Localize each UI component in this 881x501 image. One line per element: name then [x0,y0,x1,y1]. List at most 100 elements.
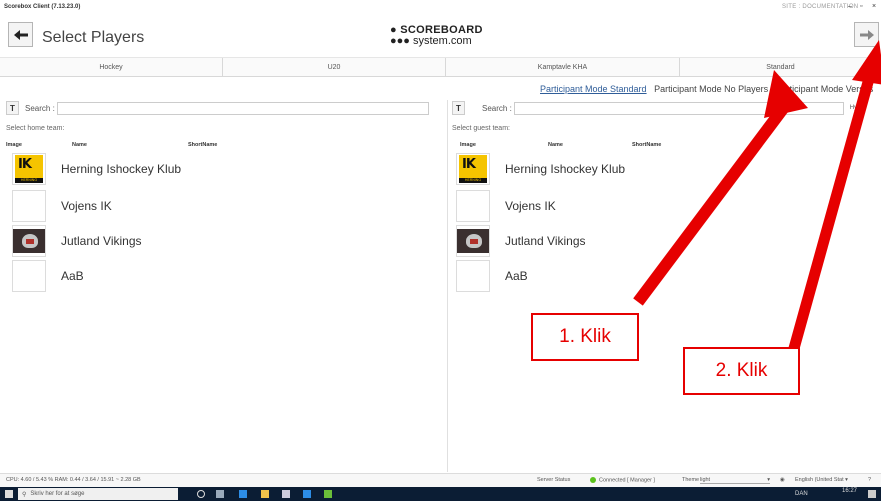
theme-label: Theme [682,477,700,483]
list-item[interactable]: Vojens IK [456,190,556,222]
annotation-2-text: 2. Klik [715,360,768,381]
home-col-shortname: ShortName [188,142,218,148]
help-icon[interactable]: ? [868,477,871,483]
page-header: Select Players ● SCOREBOARD ●●● system.c… [0,16,881,58]
list-item[interactable]: Jutland Vikings [12,225,142,257]
search-icon: ⚲ [22,491,27,498]
os-taskbar: ⚲ Skriv her for at søge DAN 16:27 [0,487,881,501]
match-info-bar: Hockey U20 Kamptavle KHA Standard [0,58,881,77]
theme-select[interactable]: light ▾ [700,477,770,484]
maximize-icon[interactable]: ▫ [860,3,862,10]
team-name: Herning Ishockey Klub [61,162,182,176]
info-league: U20 [223,58,446,77]
taskbar-search[interactable]: ⚲ Skriv her for at søge [18,488,178,500]
globe-icon: ◉ [780,477,785,483]
mail-icon[interactable] [303,490,311,498]
list-item[interactable]: Jutland Vikings [456,225,586,257]
vikings-logo-icon [457,229,489,253]
close-icon[interactable]: × [872,3,876,10]
list-item[interactable]: AaB [12,260,84,292]
home-col-name: Name [72,142,87,148]
info-layout: Standard [766,64,795,71]
language-select[interactable]: English (United Stat ▾ [795,477,848,483]
info-sport: Hockey [0,58,223,77]
start-icon[interactable] [5,490,13,498]
participant-mode-tabs: Participant Mode Standard Participant Mo… [540,84,878,94]
theme-value: light [700,477,711,483]
logo-line2: ●●● system.com [390,35,472,47]
guest-team-panel: T Search : Hy filt Select guest team: Im… [452,100,881,472]
guest-filter-label[interactable]: Hy filt [850,105,865,111]
arrow-left-icon [13,29,28,40]
vikings-logo-icon [13,229,45,253]
taskbar-search-placeholder: Skriv her for at søge [30,491,85,497]
list-item[interactable]: Vojens IK [12,190,112,222]
minimize-icon[interactable]: – [848,3,852,10]
info-scoreboard: Kamptavle KHA [446,58,680,77]
team-logo [12,225,46,257]
store-icon[interactable] [282,490,290,498]
next-button[interactable] [854,22,879,47]
list-item[interactable]: IK HERNING Herning Ishockey Klub [12,153,181,185]
guest-search-input[interactable] [513,101,844,115]
team-name: AaB [505,269,528,283]
edge-icon[interactable] [239,490,247,498]
herning-logo-icon: IK HERNING [459,155,487,183]
file-explorer-icon[interactable] [261,490,269,498]
list-item[interactable]: IK HERNING Herning Ishockey Klub [456,153,625,185]
herning-logo-icon: IK HERNING [15,155,43,183]
cortana-icon[interactable] [197,490,205,498]
language-value: English (United Stat [795,477,844,483]
home-search-input[interactable] [56,101,429,115]
tray-language[interactable]: DAN [795,491,808,497]
annotation-click-2: 2. Klik [683,347,800,395]
team-logo-empty [456,190,490,222]
guest-col-image: Image [460,142,476,148]
team-logo: IK HERNING [456,153,490,185]
team-name: Jutland Vikings [505,234,586,248]
list-item[interactable]: AaB [456,260,528,292]
system-metrics: CPU: 4.60 / 5.43 % RAM: 0.44 / 3.64 / 15… [6,477,141,483]
home-text-filter-button[interactable]: T [6,101,19,115]
arrow-right-icon [859,29,874,40]
team-name: Herning Ishockey Klub [505,162,626,176]
task-view-icon[interactable] [216,490,224,498]
scoreboard-logo: ● SCOREBOARD ●●● system.com [390,24,500,50]
connection-text: Connected [ Manager ] [599,477,655,484]
guest-search-label: Search : [482,103,512,113]
window-title: Scorebox Client (7.13.23.0) [4,4,81,10]
home-col-image: Image [6,142,22,148]
team-logo: IK HERNING [12,153,46,185]
annotation-click-1: 1. Klik [531,313,639,361]
home-search-label: Search : [25,103,55,113]
status-bar: CPU: 4.60 / 5.43 % RAM: 0.44 / 3.64 / 15… [0,473,881,487]
site-label: SITE : DOCUMENTATION [782,4,859,10]
guest-text-filter-button[interactable]: T [452,101,465,115]
app-icon[interactable] [324,490,332,498]
tab-mode-standard[interactable]: Participant Mode Standard [540,84,647,94]
back-button[interactable] [8,22,33,47]
team-logo-empty [12,190,46,222]
team-name: AaB [61,269,84,283]
guest-col-shortname: ShortName [632,142,662,148]
team-logo-empty [12,260,46,292]
window-titlebar: Scorebox Client (7.13.23.0) SITE : DOCUM… [0,0,881,16]
connected-dot-icon [590,477,596,483]
team-logo-empty [456,260,490,292]
guest-search-row: T Search : Hy filt [452,100,865,116]
tab-mode-no-players[interactable]: Participant Mode No Players [654,84,768,94]
guest-col-name: Name [548,142,563,148]
notification-icon[interactable] [868,490,876,498]
page-title: Select Players [42,29,145,46]
home-select-label: Select home team: [6,125,65,132]
tray-clock[interactable]: 16:27 [842,488,857,494]
team-name: Vojens IK [505,199,556,213]
connection-status: Connected [ Manager ] [590,477,655,483]
server-status-label: Server Status [537,477,571,483]
team-name: Jutland Vikings [61,234,142,248]
panel-divider [447,100,448,472]
team-name: Vojens IK [61,199,112,213]
tab-mode-versus[interactable]: Participant Mode Versus [776,84,874,94]
guest-select-label: Select guest team: [452,125,510,132]
home-team-panel: T Search : Select home team: Image Name … [6,100,442,472]
